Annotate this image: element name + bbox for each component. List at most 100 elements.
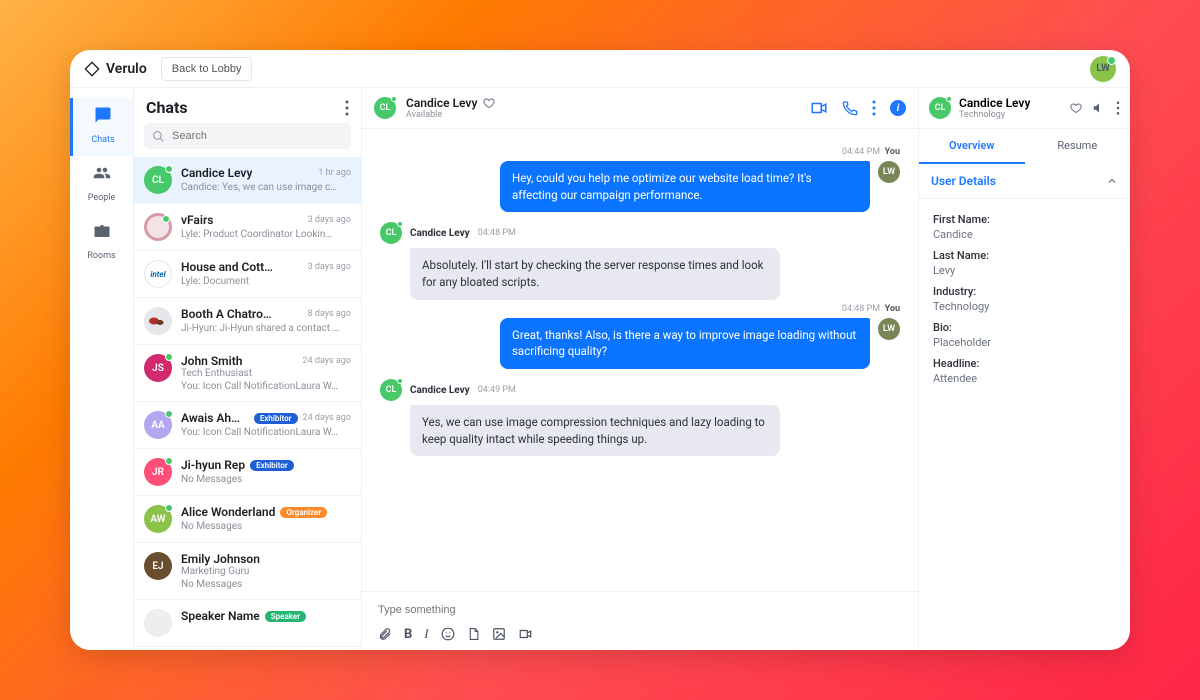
audio-call-button[interactable] <box>842 100 858 116</box>
role-badge: Speaker <box>265 611 306 622</box>
nav-chats[interactable]: Chats <box>70 98 133 156</box>
heart-icon[interactable] <box>483 97 495 109</box>
chat-item-name: vFairs <box>181 213 213 227</box>
composer: B I <box>362 591 918 650</box>
details-name: Candice Levy <box>959 96 1030 110</box>
role-badge: Exhibitor <box>254 413 298 424</box>
message-meta: CLCandice Levy04:49 PM <box>380 379 900 401</box>
industry-label: Industry: <box>933 285 1116 298</box>
chat-avatar <box>144 307 172 335</box>
favorite-button[interactable] <box>1070 102 1082 114</box>
details-header: CL Candice Levy Technology <box>919 88 1130 129</box>
italic-button[interactable]: I <box>424 626 428 642</box>
chat-avatar: JS <box>144 354 172 382</box>
chat-list-item[interactable]: JR Ji-hyun RepExhibitorNo Messages <box>134 449 361 496</box>
video-icon <box>518 627 533 641</box>
chat-list-panel: Chats CLCandice Levy1 hr agoCandice: Yes… <box>134 88 362 650</box>
chat-list-item[interactable]: AAAwais AhmedExhibitor24 days agoYou: Ic… <box>134 402 361 449</box>
chat-list-item[interactable]: JSJohn Smith24 days agoTech EnthusiastYo… <box>134 345 361 402</box>
chat-avatar: EJ <box>144 552 172 580</box>
paperclip-icon <box>378 627 392 641</box>
chat-item-subtitle: Marketing Guru <box>181 566 351 577</box>
chat-list-item[interactable]: vFairs3 days agoLyle: Product Coordinato… <box>134 204 361 251</box>
chat-item-time: 3 days ago <box>308 262 351 272</box>
first-name-label: First Name: <box>933 213 1116 226</box>
current-user-avatar[interactable]: LW <box>1090 56 1116 82</box>
doc-button[interactable] <box>467 627 480 641</box>
chat-list-menu-button[interactable] <box>345 100 349 116</box>
video-button[interactable] <box>518 627 533 641</box>
chat-list-item[interactable]: AWAlice WonderlandOrganizerNo Messages <box>134 496 361 543</box>
people-icon <box>93 164 111 182</box>
chat-list-item[interactable]: Booth A Chatro…8 days agoJi-Hyun: Ji-Hyu… <box>134 298 361 345</box>
bio-value: Placeholder <box>933 336 1116 349</box>
chat-list-item[interactable]: EJ Emily JohnsonMarketing GuruNo Messages <box>134 543 361 600</box>
rooms-icon <box>93 222 111 240</box>
info-button[interactable]: i <box>890 100 906 116</box>
message-bubble-sent: Great, thanks! Also, is there a way to i… <box>500 318 870 369</box>
chat-list-title: Chats <box>146 98 188 117</box>
back-to-lobby-button[interactable]: Back to Lobby <box>161 57 253 81</box>
kebab-icon <box>872 100 876 116</box>
chat-list-item[interactable]: Speaker NameSpeaker <box>134 600 361 647</box>
search-wrap <box>134 123 361 157</box>
message-input[interactable] <box>378 598 902 622</box>
contact-info: Candice Levy Available <box>406 96 495 120</box>
chat-item-preview: Ji-Hyun: Ji-Hyun shared a contact … <box>181 323 351 334</box>
chat-avatar <box>144 213 172 241</box>
nav-rooms-label: Rooms <box>87 251 115 261</box>
message-meta: CLCandice Levy04:48 PM <box>380 222 900 244</box>
chat-item-body: Ji-hyun RepExhibitorNo Messages <box>181 458 351 486</box>
nav-people[interactable]: People <box>70 156 133 214</box>
search-input[interactable] <box>144 123 351 149</box>
emoji-button[interactable] <box>441 627 455 641</box>
message-bubble-sent: Hey, could you help me optimize our webs… <box>500 161 870 212</box>
chat-item-time: 1 hr ago <box>318 168 351 178</box>
chat-item-preview: You: Icon Call NotificationLaura W… <box>181 427 351 438</box>
chat-list-item[interactable]: intelHouse and Cott…3 days agoLyle: Docu… <box>134 251 361 298</box>
brand-logo-icon <box>84 61 100 77</box>
bold-button[interactable]: B <box>404 627 412 642</box>
chat-item-body: Speaker NameSpeaker <box>181 609 351 637</box>
conversation-menu-button[interactable] <box>872 100 876 116</box>
chat-item-preview: You: Icon Call NotificationLaura W… <box>181 381 351 392</box>
messages-scroll[interactable]: 04:44 PM You Hey, could you help me optim… <box>362 129 918 591</box>
chat-avatar <box>144 609 172 637</box>
chat-item-body: Booth A Chatro…8 days agoJi-Hyun: Ji-Hyu… <box>181 307 351 335</box>
file-icon <box>467 627 480 641</box>
image-button[interactable] <box>492 627 506 641</box>
conversation-panel: CL Candice Levy Available i 04:44 PM You… <box>362 88 918 650</box>
chevron-up-icon <box>1106 175 1118 187</box>
volume-icon[interactable] <box>1092 101 1106 115</box>
message-meta: 04:44 PM You <box>380 147 900 157</box>
headline-value: Attendee <box>933 372 1116 385</box>
details-actions <box>1070 101 1120 115</box>
message-row: Yes, we can use image compression techni… <box>380 405 900 456</box>
chat-item-body: vFairs3 days agoLyle: Product Coordinato… <box>181 213 351 241</box>
tab-overview[interactable]: Overview <box>919 129 1025 164</box>
role-badge: Exhibitor <box>250 460 294 471</box>
nav-rooms[interactable]: Rooms <box>70 214 133 272</box>
smile-icon <box>441 627 455 641</box>
nav-chats-label: Chats <box>91 135 114 145</box>
chat-item-name: Booth A Chatro… <box>181 307 272 321</box>
nav-people-label: People <box>88 193 116 203</box>
tab-resume[interactable]: Resume <box>1025 129 1131 164</box>
chat-item-preview: Lyle: Product Coordinator Lookin… <box>181 229 351 240</box>
attach-button[interactable] <box>378 627 392 641</box>
video-call-button[interactable] <box>810 99 828 117</box>
brand-name: Verulo <box>106 61 147 77</box>
details-tabs: Overview Resume <box>919 129 1130 164</box>
chat-avatar: JR <box>144 458 172 486</box>
details-menu-button[interactable] <box>1116 101 1120 115</box>
chat-item-body: Awais AhmedExhibitor24 days agoYou: Icon… <box>181 411 351 439</box>
user-details-section-toggle[interactable]: User Details <box>919 164 1130 199</box>
last-name-value: Levy <box>933 264 1116 277</box>
last-name-label: Last Name: <box>933 249 1116 262</box>
role-badge: Organizer <box>280 507 327 518</box>
chat-list: CLCandice Levy1 hr agoCandice: Yes, we c… <box>134 157 361 650</box>
chat-item-body: Emily JohnsonMarketing GuruNo Messages <box>181 552 351 590</box>
details-avatar: CL <box>929 97 951 119</box>
chat-list-item[interactable]: CLCandice Levy1 hr agoCandice: Yes, we c… <box>134 157 361 204</box>
chat-avatar: intel <box>144 260 172 288</box>
